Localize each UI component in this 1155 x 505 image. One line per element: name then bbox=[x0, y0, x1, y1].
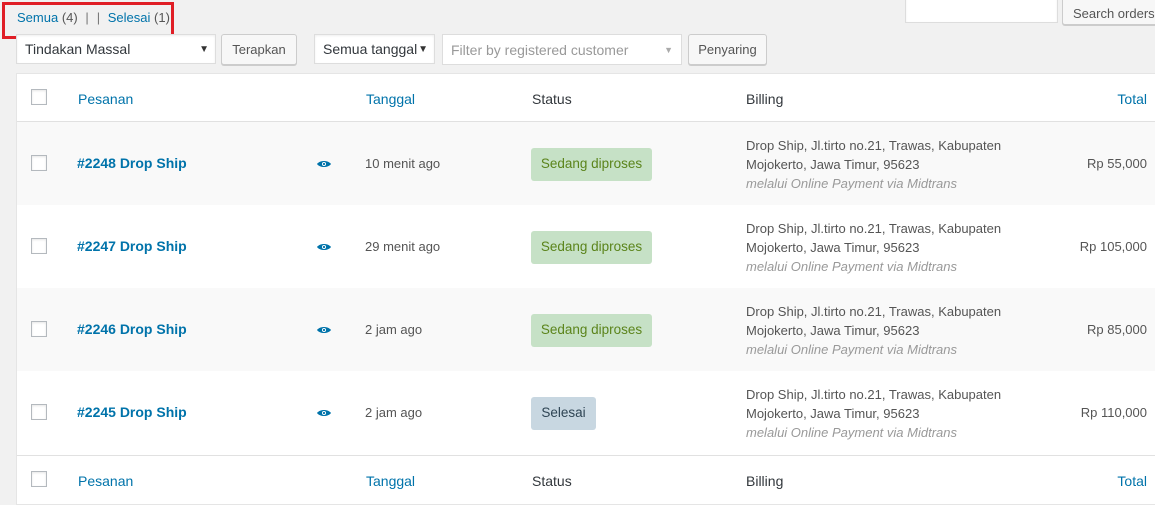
row-checkbox[interactable] bbox=[31, 321, 47, 337]
column-date-header[interactable]: Tanggal bbox=[366, 91, 415, 107]
billing-line: Drop Ship, Jl.tirto no.21, Trawas, Kabup… bbox=[746, 138, 1002, 153]
status-badge: Sedang diproses bbox=[531, 314, 652, 347]
order-date: 10 menit ago bbox=[365, 156, 441, 171]
billing-address: Drop Ship, Jl.tirto no.21, Trawas, Kabup… bbox=[746, 302, 1026, 359]
table-row[interactable]: #2248 Drop Ship 10 menit ago Sedang dipr… bbox=[17, 122, 1155, 205]
column-total-header[interactable]: Total bbox=[1117, 91, 1147, 107]
order-link[interactable]: #2247 Drop Ship bbox=[77, 238, 187, 254]
eye-icon[interactable] bbox=[317, 243, 331, 251]
billing-line: Mojokerto, Jawa Timur, 95623 bbox=[746, 157, 920, 172]
status-badge: Selesai bbox=[531, 397, 596, 430]
billing-line: Mojokerto, Jawa Timur, 95623 bbox=[746, 240, 920, 255]
search-orders-button[interactable]: Search orders bbox=[1062, 0, 1155, 25]
table-footer: Pesanan Tanggal Status Billing Total bbox=[17, 455, 1155, 503]
order-date: 2 jam ago bbox=[365, 322, 423, 337]
row-checkbox[interactable] bbox=[31, 155, 47, 171]
customer-filter-select[interactable]: Filter by registered customer ▼ bbox=[442, 34, 682, 65]
table-row[interactable]: #2247 Drop Ship 29 menit ago Sedang dipr… bbox=[17, 205, 1155, 288]
orders-table: Pesanan Tanggal Status Billing Total #22… bbox=[16, 73, 1155, 505]
order-date: 2 jam ago bbox=[365, 405, 423, 420]
chevron-down-icon: ▼ bbox=[199, 44, 209, 55]
chevron-down-icon: ▼ bbox=[664, 45, 673, 55]
order-link[interactable]: #2246 Drop Ship bbox=[77, 321, 187, 337]
billing-line: Drop Ship, Jl.tirto no.21, Trawas, Kabup… bbox=[746, 387, 1002, 402]
apply-button[interactable]: Terapkan bbox=[221, 34, 297, 65]
payment-method: melalui Online Payment via Midtrans bbox=[746, 425, 957, 440]
eye-icon[interactable] bbox=[317, 160, 331, 168]
billing-address: Drop Ship, Jl.tirto no.21, Trawas, Kabup… bbox=[746, 385, 1026, 442]
bulk-action-select[interactable]: Tindakan Massal ▼ bbox=[16, 34, 216, 64]
billing-line: Mojokerto, Jawa Timur, 95623 bbox=[746, 406, 920, 421]
column-billing-header: Billing bbox=[746, 91, 784, 107]
payment-method: melalui Online Payment via Midtrans bbox=[746, 259, 957, 274]
table-row[interactable]: #2245 Drop Ship 2 jam ago Selesai Drop S… bbox=[17, 371, 1155, 454]
select-all-checkbox-footer[interactable] bbox=[31, 471, 47, 487]
table-header: Pesanan Tanggal Status Billing Total bbox=[17, 74, 1155, 122]
billing-line: Drop Ship, Jl.tirto no.21, Trawas, Kabup… bbox=[746, 304, 1002, 319]
date-filter-value: Semua tanggal bbox=[323, 41, 418, 57]
column-order-footer[interactable]: Pesanan bbox=[78, 473, 133, 489]
row-checkbox[interactable] bbox=[31, 404, 47, 420]
payment-method: melalui Online Payment via Midtrans bbox=[746, 342, 957, 357]
order-date: 29 menit ago bbox=[365, 239, 441, 254]
search-orders-input[interactable] bbox=[905, 0, 1058, 23]
table-row[interactable]: #2246 Drop Ship 2 jam ago Sedang diprose… bbox=[17, 288, 1155, 371]
billing-address: Drop Ship, Jl.tirto no.21, Trawas, Kabup… bbox=[746, 136, 1026, 193]
select-all-checkbox[interactable] bbox=[31, 89, 47, 105]
column-date-footer[interactable]: Tanggal bbox=[366, 473, 415, 489]
status-badge: Sedang diproses bbox=[531, 148, 652, 181]
date-filter-select[interactable]: Semua tanggal ▼ bbox=[314, 34, 435, 64]
eye-icon[interactable] bbox=[317, 409, 331, 417]
customer-filter-placeholder: Filter by registered customer bbox=[451, 42, 629, 58]
order-link[interactable]: #2248 Drop Ship bbox=[77, 155, 187, 171]
column-total-footer[interactable]: Total bbox=[1117, 473, 1147, 489]
column-status-header: Status bbox=[532, 91, 572, 107]
status-badge: Sedang diproses bbox=[531, 231, 652, 264]
order-total: Rp 55,000 bbox=[1087, 156, 1147, 171]
eye-icon[interactable] bbox=[317, 326, 331, 334]
filter-button[interactable]: Penyaring bbox=[688, 34, 767, 65]
order-total: Rp 105,000 bbox=[1079, 239, 1147, 254]
payment-method: melalui Online Payment via Midtrans bbox=[746, 176, 957, 191]
column-status-footer: Status bbox=[532, 473, 572, 489]
order-total: Rp 85,000 bbox=[1087, 322, 1147, 337]
column-billing-footer: Billing bbox=[746, 473, 784, 489]
row-checkbox[interactable] bbox=[31, 238, 47, 254]
billing-line: Drop Ship, Jl.tirto no.21, Trawas, Kabup… bbox=[746, 221, 1002, 236]
billing-line: Mojokerto, Jawa Timur, 95623 bbox=[746, 323, 920, 338]
billing-address: Drop Ship, Jl.tirto no.21, Trawas, Kabup… bbox=[746, 219, 1026, 276]
bulk-action-value: Tindakan Massal bbox=[25, 41, 131, 57]
chevron-down-icon: ▼ bbox=[418, 44, 428, 55]
order-total: Rp 110,000 bbox=[1080, 405, 1147, 420]
column-order-header[interactable]: Pesanan bbox=[78, 91, 133, 107]
order-link[interactable]: #2245 Drop Ship bbox=[77, 404, 187, 420]
